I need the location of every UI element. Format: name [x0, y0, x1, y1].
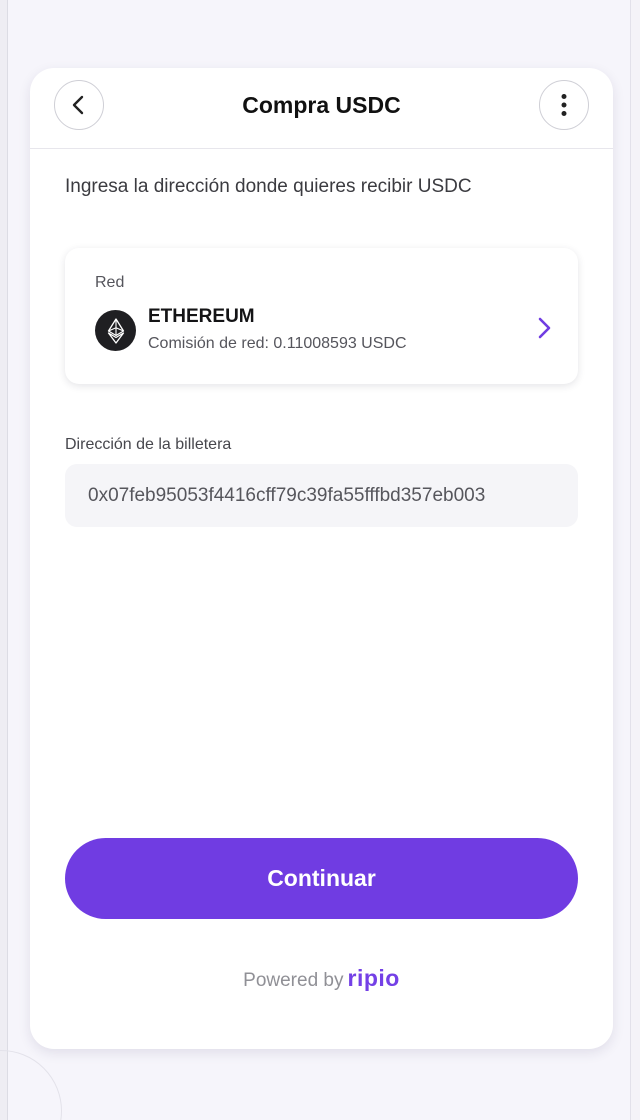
continue-button[interactable]: Continuar: [65, 838, 578, 919]
purchase-card: Compra USDC Ingresa la dirección donde q…: [30, 68, 613, 1049]
ethereum-icon: [95, 310, 136, 351]
powered-by-text: Powered by: [243, 970, 344, 991]
more-vertical-icon: [561, 94, 567, 116]
network-selector[interactable]: Red ETHEREUM Comisión de red: 0.11008593…: [65, 248, 578, 384]
right-scrollbar[interactable]: [630, 0, 640, 1120]
more-options-button[interactable]: [539, 80, 589, 130]
chevron-right-icon: [538, 317, 551, 339]
left-edge: [0, 0, 8, 1120]
network-label: Red: [95, 274, 125, 291]
background-decoration: [0, 1050, 62, 1120]
network-fee: Comisión de red: 0.11008593 USDC: [148, 335, 407, 352]
wallet-address-label: Dirección de la billetera: [65, 436, 232, 453]
page: Compra USDC Ingresa la dirección donde q…: [0, 0, 640, 1120]
page-title: Compra USDC: [242, 92, 401, 118]
network-name: ETHEREUM: [148, 306, 255, 327]
header: Compra USDC: [30, 68, 613, 149]
instruction-text: Ingresa la dirección donde quieres recib…: [65, 176, 472, 197]
ripio-logo: ripio: [347, 965, 400, 991]
powered-by: Powered by ripio: [30, 965, 613, 992]
wallet-address-input[interactable]: [65, 464, 578, 527]
